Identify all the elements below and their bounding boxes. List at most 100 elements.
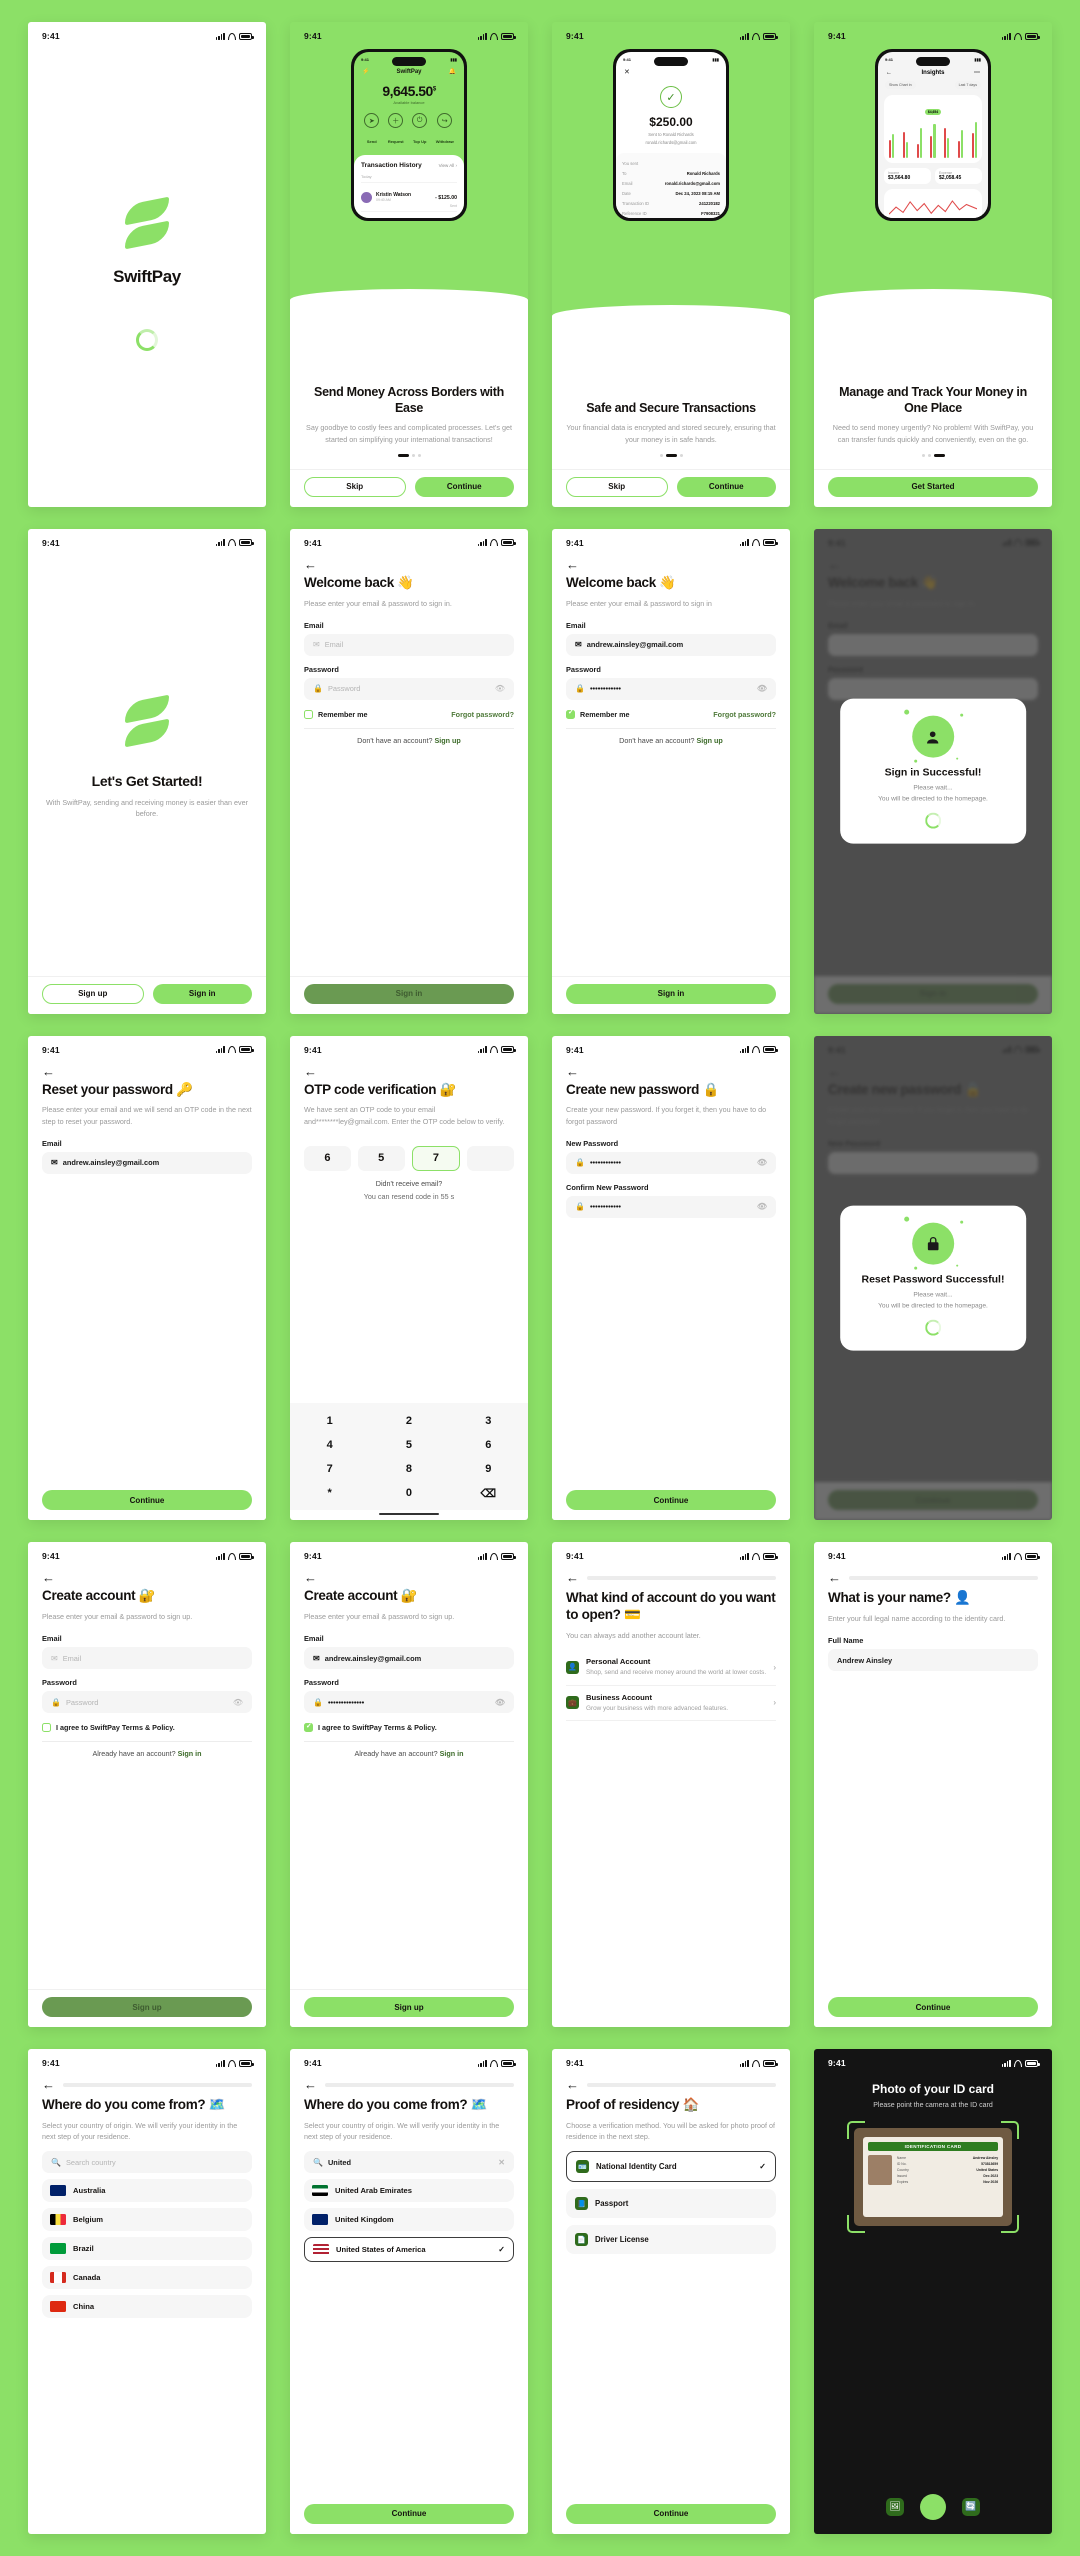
skip-button[interactable]: Skip [304,476,406,497]
transaction-row[interactable]: Ronald Richards08:15 AM $250.00Incoming … [361,211,457,218]
country-item-usa[interactable]: United States of America ✓ [304,2237,514,2263]
continue-button[interactable]: Continue [566,1490,776,1511]
back-icon[interactable]: ← [566,1571,580,1584]
email-input[interactable]: ✉ andrew.ainsley@gmail.com [42,1151,252,1174]
back-icon[interactable]: ← [42,2078,56,2091]
verify-option-national-id[interactable]: 🪪 National Identity Card ✓ [566,2151,776,2183]
eye-icon[interactable]: 👁 [233,1698,243,1707]
fullname-input[interactable]: Andrew Ainsley [828,1649,1038,1672]
continue-button[interactable]: Continue [42,1490,252,1511]
action-withdraw[interactable]: ↪ Withdraw [436,113,454,148]
shutter-button[interactable] [920,2493,946,2520]
key-0[interactable]: 0 [369,1481,448,1506]
verify-option-passport[interactable]: 📘 Passport [566,2189,776,2219]
eye-icon[interactable]: 👁 [495,684,505,693]
key-9[interactable]: 9 [449,1457,528,1481]
back-icon[interactable]: ← [828,1571,842,1584]
transaction-row[interactable]: Kristin Watson 09:40 AM - $125.00 Sent [361,182,457,211]
search-country-input[interactable]: 🔍 Search country [42,2151,252,2174]
gallery-icon[interactable]: 🖼 [886,2497,904,2516]
view-all-link[interactable]: View All › [439,163,457,168]
country-item-australia[interactable]: Australia [42,2179,252,2203]
key-1[interactable]: 1 [290,1409,369,1433]
signup-link[interactable]: Sign up [434,736,460,745]
get-started-button[interactable]: Get Started [828,476,1038,497]
password-input[interactable]: 🔒 •••••••••••••• 👁 [304,1691,514,1714]
back-icon[interactable]: ← [42,1065,56,1078]
otp-digit-1[interactable]: 6 [304,1145,351,1171]
back-icon[interactable]: ← [304,1065,318,1078]
signup-submit-button[interactable]: Sign up [42,1997,252,2018]
continue-button[interactable]: Continue [828,1997,1038,2018]
email-input[interactable]: ✉ Email [304,633,514,656]
signin-link[interactable]: Sign in [178,1749,202,1758]
continue-button[interactable]: Continue [304,2503,514,2524]
bell-icon[interactable]: 🔔 [449,68,456,75]
back-icon[interactable]: ← [566,1065,580,1078]
remember-checkbox[interactable] [304,709,313,719]
key-7[interactable]: 7 [290,1457,369,1481]
signin-button[interactable]: Sign in [152,983,252,1004]
password-input[interactable]: 🔒 Password 👁 [42,1691,252,1714]
eye-icon[interactable]: 👁 [495,1698,505,1707]
continue-button[interactable]: Continue [566,2503,776,2524]
option-personal-account[interactable]: 👤 Personal Account Shop, send and receive… [566,1650,776,1686]
signin-submit-button[interactable]: Sign in [304,983,514,1004]
email-input[interactable]: ✉ Email [42,1647,252,1670]
confirm-password-input[interactable]: 🔒 •••••••••••• 👁 [566,1195,776,1218]
key-5[interactable]: 5 [369,1433,448,1457]
back-icon[interactable]: ← [566,2078,580,2091]
action-send[interactable]: ➤ Send [364,113,380,148]
country-item-canada[interactable]: Canada [42,2266,252,2290]
forgot-password-link[interactable]: Forgot password? [713,710,776,719]
back-icon[interactable]: ← [304,2078,318,2091]
eye-icon[interactable]: 👁 [757,684,767,693]
flip-camera-icon[interactable]: 🔄 [962,2497,980,2516]
back-icon[interactable]: ← [42,1571,56,1584]
signup-submit-button[interactable]: Sign up [304,1997,514,2018]
action-topup[interactable]: ⏻ Top Up [412,113,428,148]
signup-link[interactable]: Sign up [696,736,722,745]
search-country-input[interactable]: 🔍 United ✕ [304,2151,514,2174]
country-item-brazil[interactable]: Brazil [42,2237,252,2261]
otp-digit-4[interactable] [467,1145,514,1171]
continue-button[interactable]: Continue [676,476,776,497]
forgot-password-link[interactable]: Forgot password? [451,710,514,719]
back-icon[interactable]: ← [566,558,580,571]
signin-submit-button[interactable]: Sign in [566,983,776,1004]
eye-icon[interactable]: 👁 [757,1158,767,1167]
otp-digit-3[interactable]: 7 [411,1145,461,1171]
otp-digit-2[interactable]: 5 [357,1145,405,1171]
terms-checkbox[interactable] [304,1722,313,1733]
terms-checkbox[interactable] [42,1723,51,1733]
back-icon[interactable]: ← [304,558,318,571]
country-item-china[interactable]: China [42,2295,252,2319]
back-icon[interactable]: ← [304,1571,318,1584]
key-6[interactable]: 6 [449,1433,528,1457]
back-icon[interactable]: ← [886,70,892,76]
option-business-account[interactable]: 💼 Business Account Grow your business wit… [566,1686,776,1721]
email-input[interactable]: ✉ andrew.ainsley@gmail.com [566,633,776,656]
key-4[interactable]: 4 [290,1433,369,1457]
verify-option-driver-license[interactable]: 📄 Driver License [566,2225,776,2255]
more-icon[interactable]: ⋯ [974,69,980,76]
email-input[interactable]: ✉ andrew.ainsley@gmail.com [304,1647,514,1670]
action-request[interactable]: ＋ Request [388,113,404,148]
continue-button[interactable]: Continue [414,476,514,497]
key-3[interactable]: 3 [449,1409,528,1433]
password-input[interactable]: 🔒 Password 👁 [304,677,514,700]
country-item-belgium[interactable]: Belgium [42,2208,252,2232]
chart-filter-left[interactable]: Show Chart in [885,81,916,89]
skip-button[interactable]: Skip [566,476,668,497]
key-star[interactable]: * [290,1481,369,1506]
remember-checkbox[interactable] [566,708,575,719]
chart-filter-right[interactable]: Last 7 days [954,81,981,89]
new-password-input[interactable]: 🔒 •••••••••••• 👁 [566,1151,776,1174]
signup-button[interactable]: Sign up [42,983,144,1004]
country-item-uk[interactable]: United Kingdom [304,2208,514,2232]
eye-icon[interactable]: 👁 [757,1202,767,1211]
key-2[interactable]: 2 [369,1409,448,1433]
key-8[interactable]: 8 [369,1457,448,1481]
clear-icon[interactable]: ✕ [498,2158,505,2167]
password-input[interactable]: 🔒 •••••••••••• 👁 [566,677,776,700]
